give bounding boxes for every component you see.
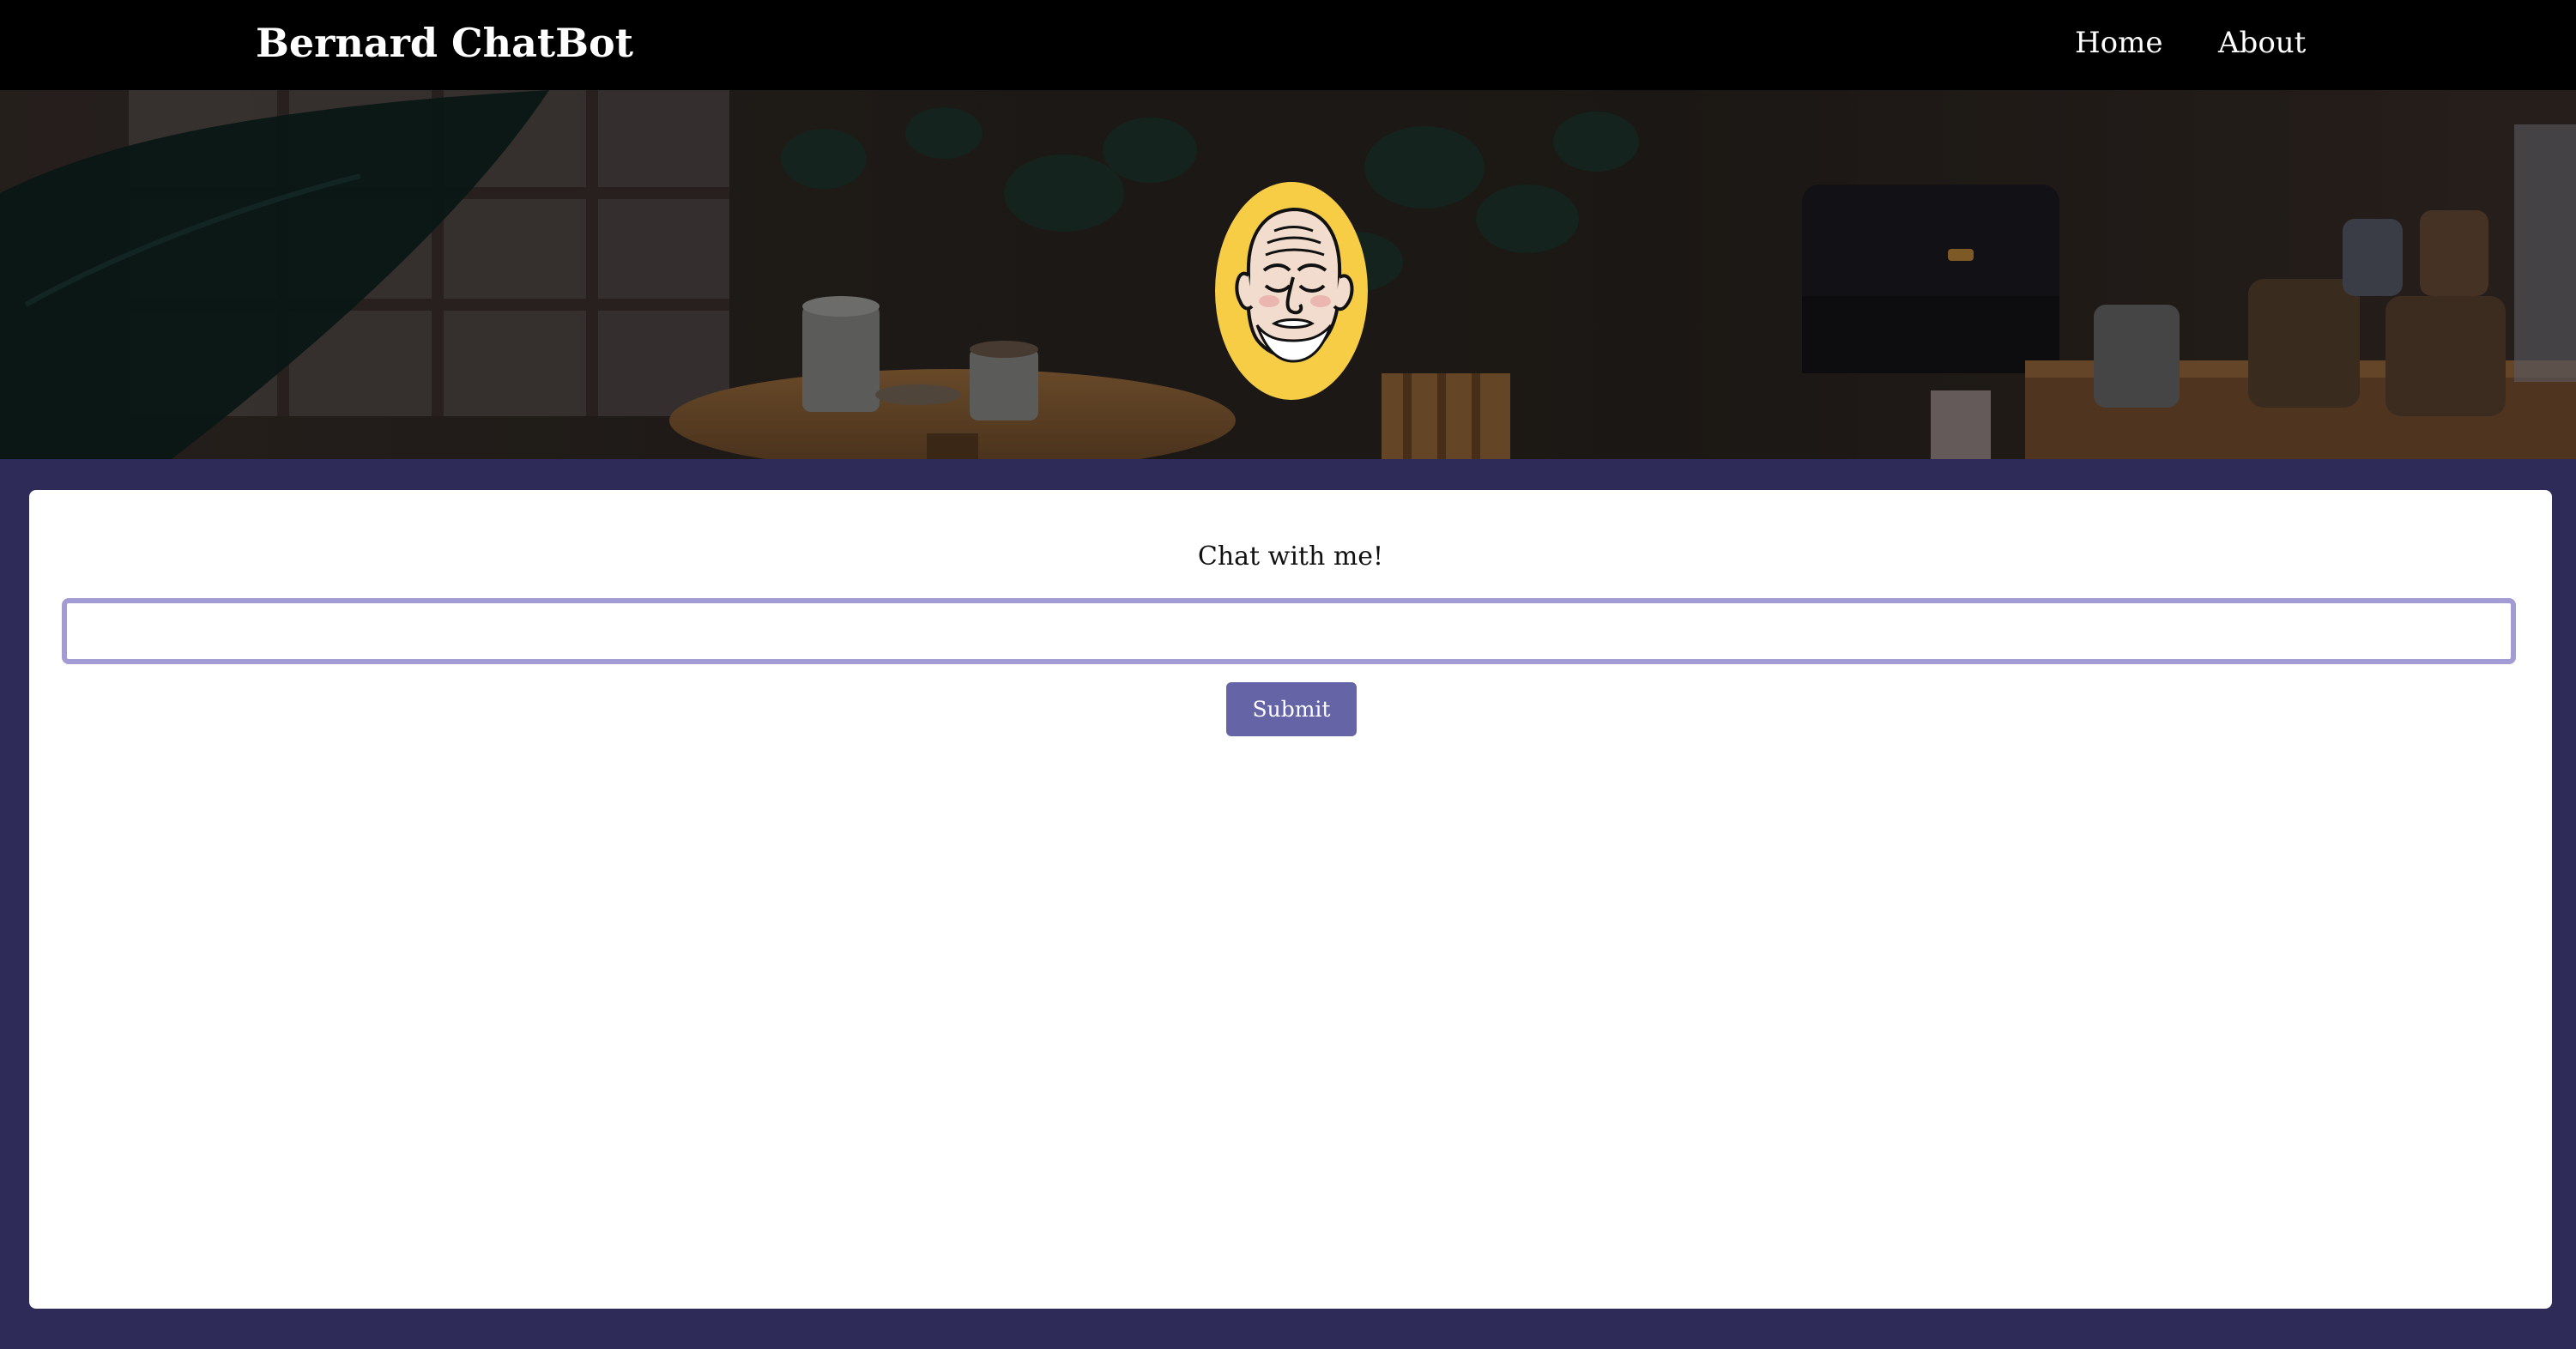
navbar: Bernard ChatBot Home About bbox=[0, 0, 2576, 90]
nav-link-about[interactable]: About bbox=[2218, 26, 2306, 60]
chat-prompt-label: Chat with me! bbox=[1197, 541, 1384, 572]
bernard-avatar-icon bbox=[1215, 182, 1368, 400]
chat-card: Chat with me! Submit bbox=[29, 490, 2552, 1309]
submit-button[interactable]: Submit bbox=[1226, 682, 1357, 736]
brand-title[interactable]: Bernard ChatBot bbox=[256, 20, 633, 66]
hero-banner bbox=[0, 90, 2576, 459]
chat-input[interactable] bbox=[62, 598, 2516, 664]
nav-link-home[interactable]: Home bbox=[2075, 26, 2162, 60]
